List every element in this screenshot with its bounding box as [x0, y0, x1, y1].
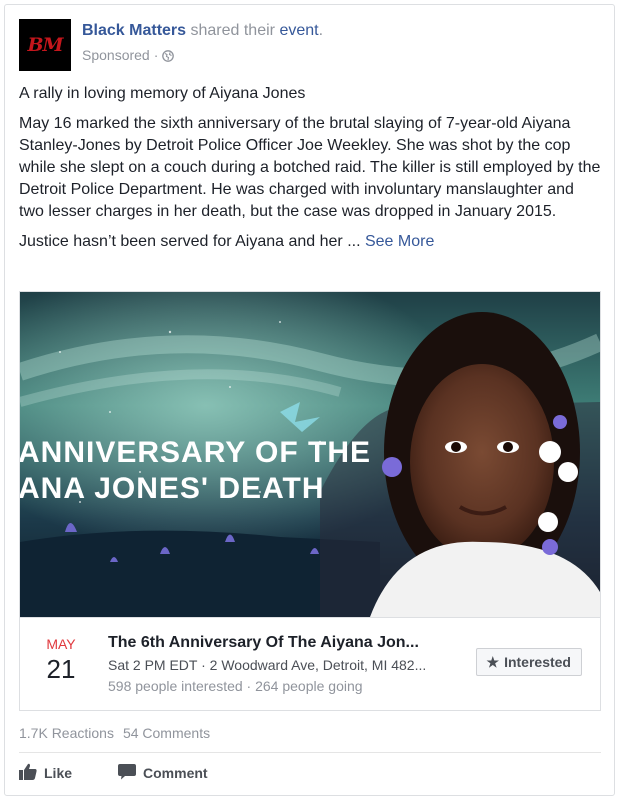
event-month: MAY — [46, 636, 76, 652]
post-header: BM Black Matters shared their event. Spo… — [19, 19, 599, 71]
comment-label: Comment — [143, 765, 208, 781]
post-paragraph: May 16 marked the sixth anniversary of t… — [19, 115, 601, 220]
page-name-link[interactable]: Black Matters — [82, 22, 186, 39]
action-bar: Like Comment — [19, 761, 208, 785]
event-attachment[interactable]: ANNIVERSARY OF THE ANA JONES' DEATH MAY … — [19, 291, 601, 711]
divider — [19, 752, 601, 753]
post-headline: Black Matters shared their event. — [82, 22, 323, 40]
thumbs-up-icon — [19, 763, 37, 783]
like-button[interactable]: Like — [19, 761, 72, 785]
event-date: MAY 21 — [38, 636, 84, 685]
event-cover-image[interactable]: ANNIVERSARY OF THE ANA JONES' DEATH — [20, 292, 600, 617]
interested-button[interactable]: ★ Interested — [475, 648, 582, 676]
post-card: BM Black Matters shared their event. Spo… — [4, 4, 615, 796]
event-link[interactable]: event — [279, 22, 318, 39]
comment-button[interactable]: Comment — [118, 761, 208, 785]
meta-separator: · — [153, 47, 159, 63]
post-meta: Sponsored · — [82, 47, 175, 63]
star-icon: ★ — [486, 653, 500, 670]
globe-icon — [162, 49, 175, 62]
reactions-count[interactable]: 1.7K Reactions — [19, 725, 114, 741]
page-avatar[interactable]: BM — [19, 19, 71, 71]
event-title[interactable]: The 6th Anniversary Of The Aiyana Jon... — [108, 634, 419, 652]
event-day: 21 — [46, 654, 76, 684]
event-attendance: 598 people interested · 264 people going — [108, 678, 363, 694]
post-paragraph: A rally in loving memory of Aiyana Jones — [19, 85, 306, 102]
post-truncated-paragraph: Justice hasn’t been served for Aiyana an… — [19, 231, 601, 253]
shared-text: shared their — [186, 22, 280, 39]
see-more-link[interactable]: See More — [365, 233, 434, 250]
event-info[interactable]: MAY 21 The 6th Anniversary Of The Aiyana… — [20, 617, 600, 710]
like-label: Like — [44, 765, 73, 781]
interested-label: Interested — [504, 654, 571, 670]
post-body: A rally in loving memory of Aiyana Jones… — [19, 83, 601, 261]
banner-line-1: ANNIVERSARY OF THE — [20, 436, 371, 469]
event-time-location: Sat 2 PM EDT · 2 Woodward Ave, Detroit, … — [108, 657, 427, 673]
comments-count[interactable]: 54 Comments — [123, 725, 210, 741]
comment-icon — [118, 763, 137, 783]
engagement-summary: 1.7K Reactions 54 Comments — [19, 725, 210, 741]
avatar-logo-text: BM — [27, 34, 63, 56]
banner-line-2: ANA JONES' DEATH — [20, 472, 325, 505]
truncated-text: Justice hasn’t been served for Aiyana an… — [19, 233, 365, 250]
headline-period: . — [318, 22, 324, 39]
sponsored-label[interactable]: Sponsored — [82, 47, 150, 63]
